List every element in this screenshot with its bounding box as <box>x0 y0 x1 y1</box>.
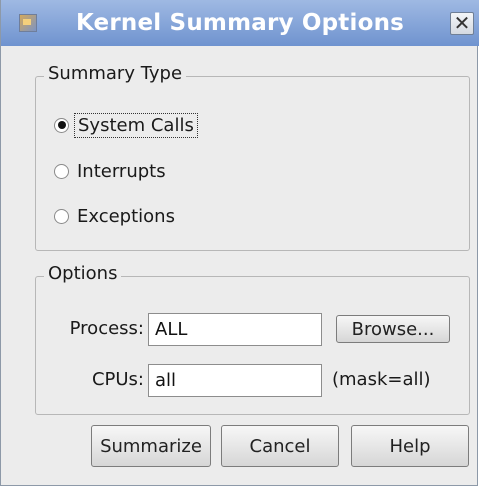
summarize-button[interactable]: Summarize <box>91 425 211 467</box>
options-legend: Options <box>44 263 122 284</box>
cpus-input[interactable] <box>148 364 322 397</box>
summary-type-group: Summary Type System Calls Interrupts Exc… <box>35 63 470 251</box>
options-group: Options Process: Browse... CPUs: (mask=a… <box>35 263 470 415</box>
radio-interrupts[interactable]: Interrupts <box>54 159 166 183</box>
radio-exceptions[interactable]: Exceptions <box>54 204 175 228</box>
radio-system-calls[interactable]: System Calls <box>54 112 198 138</box>
help-button[interactable]: Help <box>351 425 469 467</box>
dialog-window: Kernel Summary Options ✕ Summary Type Sy… <box>0 0 479 486</box>
title-bar: Kernel Summary Options ✕ <box>1 0 479 46</box>
radio-button-system-calls[interactable] <box>54 117 69 133</box>
browse-button[interactable]: Browse... <box>336 315 450 343</box>
window-title: Kernel Summary Options <box>75 10 405 36</box>
process-label: Process: <box>69 318 144 339</box>
radio-label-exceptions: Exceptions <box>77 205 175 227</box>
radio-label-interrupts: Interrupts <box>77 160 166 182</box>
cancel-button[interactable]: Cancel <box>221 425 339 467</box>
mask-text: (mask=all) <box>332 369 431 390</box>
summary-type-legend: Summary Type <box>44 63 187 84</box>
close-button[interactable]: ✕ <box>450 12 474 35</box>
radio-label-system-calls: System Calls <box>74 112 198 138</box>
cpus-label: CPUs: <box>91 369 144 390</box>
process-input[interactable] <box>148 313 322 346</box>
radio-button-interrupts[interactable] <box>54 163 69 179</box>
radio-button-exceptions[interactable] <box>54 208 69 224</box>
